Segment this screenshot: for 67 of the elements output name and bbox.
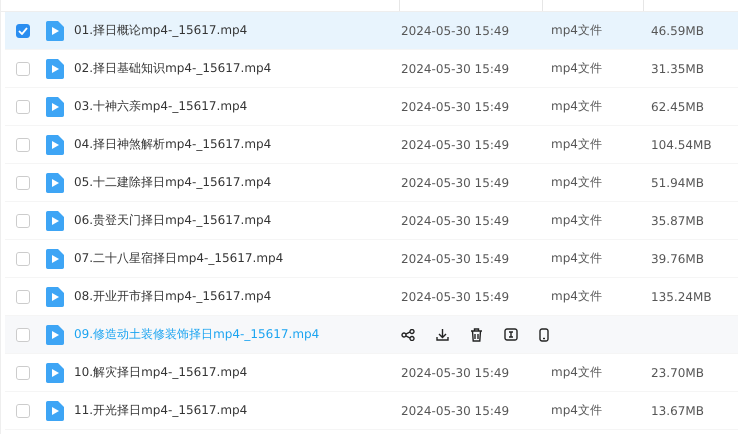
modified-date: 2024-05-30 15:49 [401,24,510,38]
download-icon[interactable] [436,328,449,341]
file-size: 51.94MB [651,176,704,190]
file-name[interactable]: 11.开光择日mp4-_15617.mp4 [74,402,401,419]
checkbox[interactable] [16,176,30,190]
modified-date: 2024-05-30 15:49 [401,404,510,418]
phone-icon[interactable] [539,328,549,342]
video-file-icon [46,400,64,420]
file-type: mp4文件 [551,174,603,191]
file-type: mp4文件 [551,212,603,229]
file-type: mp4文件 [551,250,603,267]
video-file-icon [46,210,64,230]
checkbox[interactable] [16,100,30,114]
checkbox[interactable] [16,24,30,38]
checkbox[interactable] [16,366,30,380]
checkbox[interactable] [16,214,30,228]
file-name[interactable]: 05.十二建除择日mp4-_15617.mp4 [74,174,401,191]
file-size: 46.59MB [651,24,704,38]
video-file-icon [46,362,64,382]
file-size: 62.45MB [651,100,704,114]
file-name[interactable]: 07.二十八星宿择日mp4-_15617.mp4 [74,250,401,267]
modified-date: 2024-05-30 15:49 [401,62,510,76]
modified-date: 2024-05-30 15:49 [401,252,510,266]
file-size: 135.24MB [651,290,712,304]
rename-icon[interactable] [504,328,518,341]
modified-date: 2024-05-30 15:49 [401,366,510,380]
file-name[interactable]: 08.开业开市择日mp4-_15617.mp4 [74,288,401,305]
checkbox[interactable] [16,290,30,304]
file-name[interactable]: 10.解灾择日mp4-_15617.mp4 [74,364,401,381]
checkbox[interactable] [16,62,30,76]
modified-date: 2024-05-30 15:49 [401,138,510,152]
file-type: mp4文件 [551,136,603,153]
checkbox[interactable] [16,252,30,266]
modified-date: 2024-05-30 15:49 [401,176,510,190]
file-size: 39.76MB [651,252,704,266]
video-file-icon [46,324,64,344]
video-file-icon [46,96,64,116]
modified-date: 2024-05-30 15:49 [401,214,510,228]
file-size: 31.35MB [651,62,704,76]
file-type: mp4文件 [551,288,603,305]
video-file-icon [46,248,64,268]
delete-icon[interactable] [470,328,483,342]
file-name[interactable]: 01.择日概论mp4-_15617.mp4 [74,22,401,39]
checkbox[interactable] [16,328,30,342]
video-file-icon [46,58,64,78]
file-name[interactable]: 04.择日神煞解析mp4-_15617.mp4 [74,136,401,153]
checkbox[interactable] [16,404,30,418]
file-type: mp4文件 [551,364,603,381]
file-size: 23.70MB [651,366,704,380]
file-size: 35.87MB [651,214,704,228]
file-name[interactable]: 06.贵登天门择日mp4-_15617.mp4 [74,212,401,229]
file-type: mp4文件 [551,60,603,77]
checkbox[interactable] [16,138,30,152]
file-name[interactable]: 03.十神六亲mp4-_15617.mp4 [74,98,401,115]
file-type: mp4文件 [551,98,603,115]
video-file-icon [46,172,64,192]
file-type: mp4文件 [551,402,603,419]
video-file-icon [46,20,64,40]
file-size: 13.67MB [651,404,704,418]
modified-date: 2024-05-30 15:49 [401,100,510,114]
share-icon[interactable] [401,328,415,340]
video-file-icon [46,134,64,154]
file-size: 104.54MB [651,138,712,152]
file-type: mp4文件 [551,22,603,39]
video-file-icon [46,286,64,306]
file-name[interactable]: 02.择日基础知识mp4-_15617.mp4 [74,60,401,77]
modified-date: 2024-05-30 15:49 [401,290,510,304]
